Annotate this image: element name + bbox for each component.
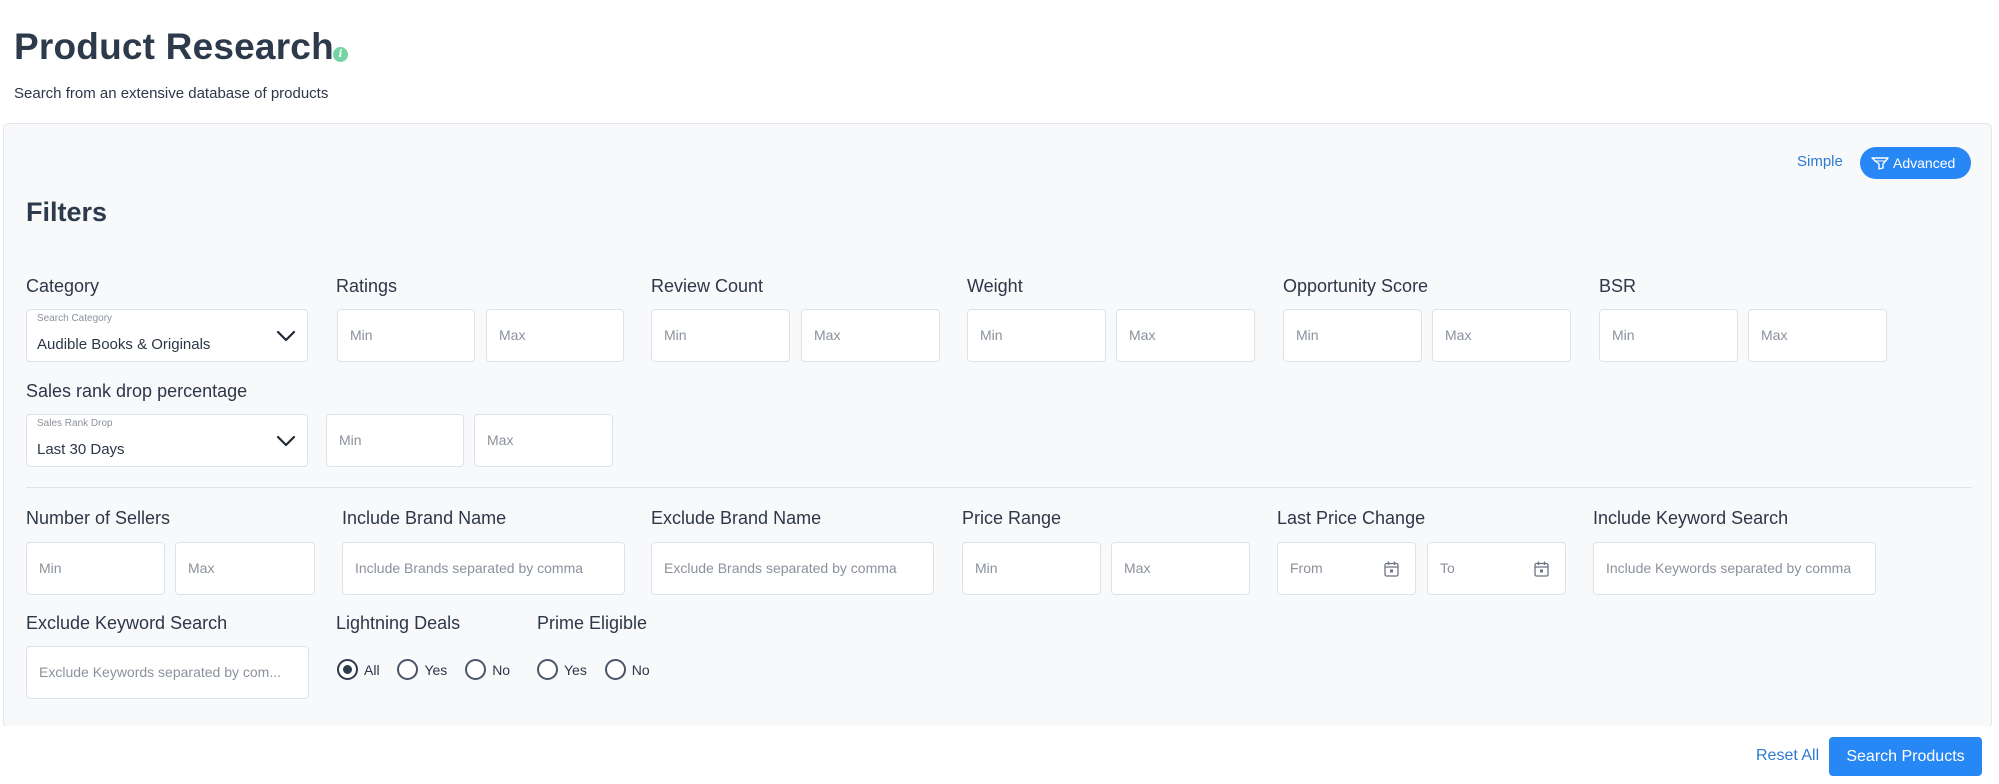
simple-mode-toggle[interactable]: Simple bbox=[1797, 153, 1843, 170]
price-change-from-input[interactable]: From bbox=[1277, 542, 1416, 595]
filters-heading: Filters bbox=[26, 197, 108, 227]
calendar-icon[interactable] bbox=[1384, 561, 1399, 577]
filter-icon bbox=[1871, 157, 1889, 170]
lightning-yes-label: Yes bbox=[424, 661, 448, 678]
weight-label: Weight bbox=[967, 276, 1023, 296]
chevron-down-icon bbox=[276, 435, 296, 447]
review-count-max-input[interactable]: Max bbox=[801, 309, 940, 362]
ratings-min-input[interactable]: Min bbox=[337, 309, 475, 362]
prime-no-label: No bbox=[631, 661, 650, 678]
prime-yes-radio[interactable] bbox=[537, 659, 558, 680]
page-title: Product Research bbox=[14, 26, 334, 67]
include-keyword-input[interactable]: Include Keywords separated by comma bbox=[1593, 542, 1876, 595]
exclude-brand-label: Exclude Brand Name bbox=[651, 508, 822, 528]
lightning-no-label: No bbox=[492, 661, 511, 678]
sales-rank-drop-float-label: Sales Rank Drop bbox=[37, 418, 113, 429]
to-placeholder: To bbox=[1440, 560, 1455, 576]
lightning-all-label: All bbox=[364, 661, 380, 678]
lightning-deals-radio-group: All Yes No bbox=[337, 659, 524, 683]
lightning-deals-label: Lightning Deals bbox=[336, 613, 461, 633]
sellers-min-input[interactable]: Min bbox=[26, 542, 165, 595]
prime-eligible-label: Prime Eligible bbox=[537, 613, 648, 633]
sales-rank-drop-label: Sales rank drop percentage bbox=[26, 381, 248, 401]
bsr-label: BSR bbox=[1599, 276, 1637, 296]
include-keyword-label: Include Keyword Search bbox=[1593, 508, 1789, 528]
price-max-input[interactable]: Max bbox=[1111, 542, 1250, 595]
prime-no-radio[interactable] bbox=[604, 659, 626, 680]
section-divider bbox=[26, 487, 1972, 488]
chevron-down-icon bbox=[276, 330, 296, 342]
sales-rank-drop-select[interactable]: Sales Rank Drop Last 30 Days bbox=[26, 414, 308, 467]
opportunity-score-label: Opportunity Score bbox=[1283, 276, 1429, 296]
category-value: Audible Books & Originals bbox=[37, 336, 211, 353]
search-products-button[interactable]: Search Products bbox=[1829, 737, 1982, 776]
exclude-keyword-input[interactable]: Exclude Keywords separated by com... bbox=[26, 646, 309, 699]
info-icon[interactable]: i bbox=[333, 47, 348, 62]
price-range-label: Price Range bbox=[962, 508, 1062, 528]
ratings-max-input[interactable]: Max bbox=[486, 309, 624, 362]
advanced-label: Advanced bbox=[1893, 155, 1956, 171]
lightning-yes-radio[interactable] bbox=[397, 659, 419, 680]
category-label: Category bbox=[26, 276, 100, 296]
review-count-label: Review Count bbox=[651, 276, 764, 296]
opportunity-score-max-input[interactable]: Max bbox=[1432, 309, 1571, 362]
prime-yes-label: Yes bbox=[564, 661, 587, 678]
panel-footer bbox=[4, 726, 1991, 784]
exclude-keyword-label: Exclude Keyword Search bbox=[26, 613, 228, 633]
category-float-label: Search Category bbox=[37, 313, 113, 324]
price-change-to-input[interactable]: To bbox=[1427, 542, 1566, 595]
lightning-all-radio[interactable] bbox=[337, 659, 358, 680]
opportunity-score-min-input[interactable]: Min bbox=[1283, 309, 1422, 362]
page-subtitle: Search from an extensive database of pro… bbox=[14, 85, 329, 102]
weight-min-input[interactable]: Min bbox=[967, 309, 1106, 362]
sellers-max-input[interactable]: Max bbox=[175, 542, 315, 595]
last-price-change-label: Last Price Change bbox=[1277, 508, 1426, 528]
price-min-input[interactable]: Min bbox=[962, 542, 1101, 595]
exclude-brand-input[interactable]: Exclude Brands separated by comma bbox=[651, 542, 934, 595]
category-select[interactable]: Search Category Audible Books & Original… bbox=[26, 309, 308, 362]
weight-max-input[interactable]: Max bbox=[1116, 309, 1255, 362]
sales-rank-drop-max-input[interactable]: Max bbox=[474, 414, 613, 467]
lightning-no-radio[interactable] bbox=[465, 659, 487, 680]
reset-all-button[interactable]: Reset All bbox=[1756, 747, 1819, 765]
sales-rank-drop-min-input[interactable]: Min bbox=[326, 414, 464, 467]
advanced-mode-toggle[interactable]: Advanced bbox=[1860, 147, 1971, 179]
include-brand-label: Include Brand Name bbox=[342, 508, 507, 528]
sales-rank-drop-value: Last 30 Days bbox=[37, 441, 125, 458]
prime-eligible-radio-group: Yes No bbox=[537, 659, 664, 683]
ratings-label: Ratings bbox=[336, 276, 398, 296]
number-of-sellers-label: Number of Sellers bbox=[26, 508, 171, 528]
bsr-min-input[interactable]: Min bbox=[1599, 309, 1738, 362]
calendar-icon[interactable] bbox=[1534, 561, 1549, 577]
bsr-max-input[interactable]: Max bbox=[1748, 309, 1887, 362]
include-brand-input[interactable]: Include Brands separated by comma bbox=[342, 542, 625, 595]
review-count-min-input[interactable]: Min bbox=[651, 309, 790, 362]
from-placeholder: From bbox=[1290, 560, 1323, 576]
